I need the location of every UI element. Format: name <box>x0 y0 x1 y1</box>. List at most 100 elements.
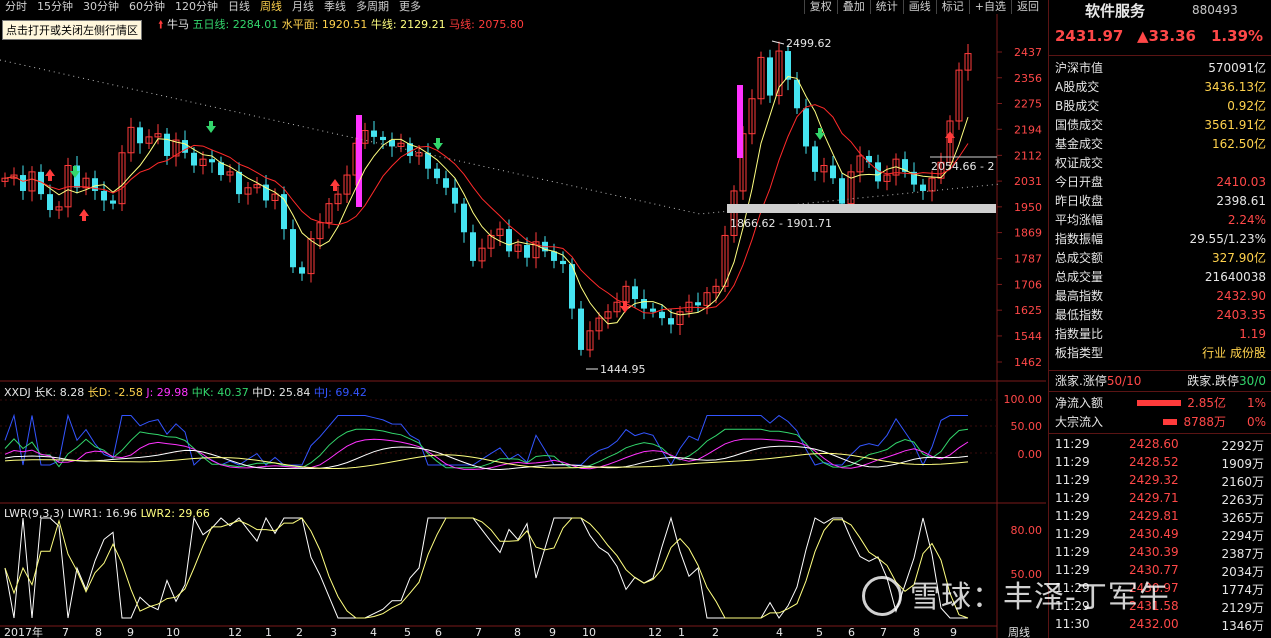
candle <box>641 299 647 309</box>
tick-price: 2430.39 <box>1129 545 1179 559</box>
axis-label: 50.00 <box>1011 420 1043 433</box>
tick-volume: 1909万 <box>1221 457 1264 471</box>
kline-chart[interactable]: 2437235622752194211220311950186917871706… <box>0 0 1046 638</box>
limit-row: 涨家.涨停50/10 跌家.跌停30/0 <box>1055 371 1266 390</box>
tick-time: 11:29 <box>1055 509 1090 523</box>
tick-row: 11:30 2432.00 1346万 <box>1055 616 1266 634</box>
tick-volume: 2160万 <box>1221 475 1264 489</box>
chart-grid <box>0 14 1046 638</box>
flow-bar <box>1163 418 1178 425</box>
stat-row: 最低指数 2403.35 <box>1055 305 1266 324</box>
candle <box>785 51 791 80</box>
legend-horse: 马线: 2075.80 <box>449 18 524 31</box>
candle <box>137 127 143 144</box>
tick-row: 11:29 2430.49 2294万 <box>1055 526 1266 544</box>
tick-volume: 3265万 <box>1221 511 1264 525</box>
indicator-line <box>4 75 969 325</box>
lwr-title: LWR(9,3,3) <box>4 507 65 520</box>
candle <box>767 57 773 96</box>
snowball-logo-icon <box>862 575 902 616</box>
tick-row: 11:29 2429.32 2160万 <box>1055 472 1266 490</box>
stat-label: 权证成交 <box>1055 156 1104 170</box>
stat-row: 国债成交 3561.91亿 <box>1055 115 1266 134</box>
candle <box>299 267 305 274</box>
candle <box>461 203 467 233</box>
up-value: 50/10 <box>1106 374 1142 388</box>
stat-value: 162.50亿 <box>1212 137 1266 151</box>
candle <box>830 165 836 179</box>
candle <box>524 244 530 258</box>
candle <box>371 130 377 137</box>
x-axis-label: 4 <box>370 626 377 638</box>
x-axis-label: 9 <box>549 626 556 638</box>
candles <box>1 41 972 358</box>
x-axis-label: 7 <box>62 626 69 638</box>
stat-row: 指数振幅 29.55/1.23% <box>1055 229 1266 248</box>
flow-label: 大宗流入 <box>1055 415 1104 429</box>
axis-label: 1625 <box>1014 304 1042 317</box>
index-change: ▲33.36 <box>1137 27 1196 45</box>
highlight-candle <box>737 85 743 158</box>
signal-arrow-icon <box>433 138 443 150</box>
legend-ma5: 五日线: 2284.01 <box>192 18 279 31</box>
lwr1: LWR1: 16.96 <box>67 507 138 520</box>
price-axis: 2437235622752194211220311950186917871706… <box>4 46 1042 638</box>
candle <box>191 152 197 166</box>
toggle-left-panel-tooltip: 点击打开或关闭左侧行情区 <box>2 20 142 40</box>
annotation-pointer <box>771 40 785 45</box>
stat-label: 总成交额 <box>1055 251 1104 265</box>
axis-label: 1706 <box>1014 278 1042 291</box>
candle <box>668 318 674 325</box>
tick-time: 11:29 <box>1055 455 1090 469</box>
divider <box>1049 433 1271 434</box>
stat-row: 总成交量 21640038 <box>1055 267 1266 286</box>
stat-label: 指数振幅 <box>1055 232 1104 246</box>
stat-row: 今日开盘 2410.03 <box>1055 172 1266 191</box>
tick-row: 11:29 2428.60 2292万 <box>1055 436 1266 454</box>
signal-arrow-icon <box>815 128 825 140</box>
tick-row: 11:29 2428.52 1909万 <box>1055 454 1266 472</box>
stat-label: 昨日收盘 <box>1055 194 1104 208</box>
x-axis-label: 7 <box>880 626 887 638</box>
x-axis-label: 12 <box>228 626 242 638</box>
axis-label: 1544 <box>1014 330 1042 343</box>
legend-bull: 牛线: 2129.21 <box>370 18 446 31</box>
stat-row: 昨日收盘 2398.61 <box>1055 191 1266 210</box>
stat-label: 沪深市值 <box>1055 61 1104 75</box>
legend-arrow-icon: 🠙 <box>158 18 164 31</box>
axis-label: 2194 <box>1014 123 1042 136</box>
x-axis-label: 7 <box>475 626 482 638</box>
kdj-lines <box>4 413 969 471</box>
axis-label: 1950 <box>1014 201 1042 214</box>
stat-label: A股成交 <box>1055 80 1100 94</box>
candle <box>236 171 242 195</box>
candle <box>794 79 800 109</box>
stat-label: 今日开盘 <box>1055 175 1104 189</box>
stat-label: 基金成交 <box>1055 137 1104 151</box>
candle <box>506 229 512 252</box>
stat-row: 板指类型 行业 成份股 <box>1055 343 1266 362</box>
tick-time: 11:29 <box>1055 437 1090 451</box>
stat-row: 平均涨幅 2.24% <box>1055 210 1266 229</box>
stat-value: 21640038 <box>1204 269 1266 284</box>
candle <box>164 133 170 156</box>
lwr-lines <box>4 516 969 619</box>
stat-value: 2.24% <box>1227 212 1266 227</box>
candle <box>839 178 845 204</box>
band-annotation: 1866.62 - 1901.71 <box>730 217 832 230</box>
flow-bar <box>1137 399 1182 406</box>
tick-time: 11:29 <box>1055 473 1090 487</box>
x-axis-label: 1 <box>678 626 685 638</box>
flow-row: 大宗流入 8788万 0% <box>1055 412 1266 431</box>
tick-row: 11:29 2429.81 3265万 <box>1055 508 1266 526</box>
watermark: 雪球：丰泽-丁军午 <box>862 572 1170 619</box>
candle <box>812 146 818 172</box>
stat-value: 2410.03 <box>1216 174 1266 189</box>
highlight-candle <box>356 115 362 207</box>
tick-price: 2430.49 <box>1129 527 1179 541</box>
tick-volume: 2034万 <box>1221 565 1264 579</box>
stat-row: 总成交额 327.90亿 <box>1055 248 1266 267</box>
tick-row: 11:29 2430.39 2387万 <box>1055 544 1266 562</box>
x-axis-label: 8 <box>514 626 521 638</box>
tick-row: 11:29 2429.71 2263万 <box>1055 490 1266 508</box>
